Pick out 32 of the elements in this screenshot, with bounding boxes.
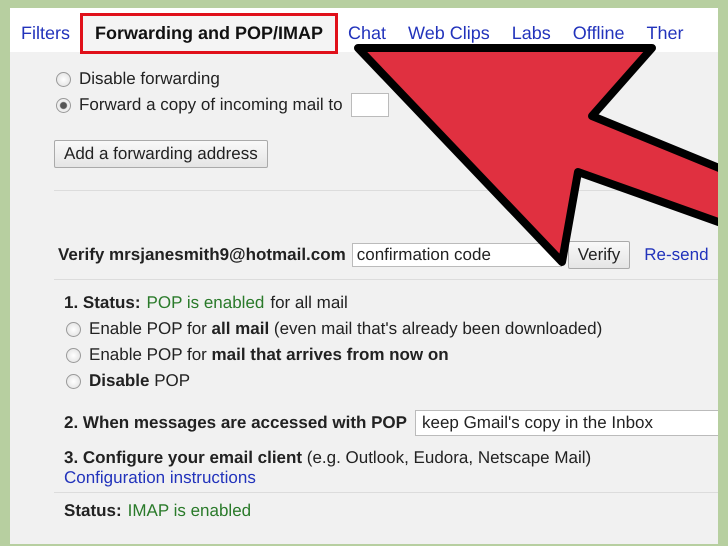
resend-link[interactable]: Re-send bbox=[644, 245, 709, 265]
email-input-field[interactable] bbox=[350, 93, 389, 117]
settings-tab[interactable]: Ther bbox=[646, 22, 684, 44]
imap-status-label: Status: bbox=[64, 501, 122, 521]
settings-tab[interactable]: Web Clips bbox=[408, 22, 490, 44]
confirmation-code-field[interactable]: confirmation code bbox=[352, 243, 562, 267]
option-label: Enable POP for all mail (even mail that's already been downloaded) bbox=[89, 319, 602, 339]
settings-tab[interactable]: Chat bbox=[348, 22, 386, 44]
status-suffix: for all mail bbox=[270, 293, 348, 313]
status-label: 1. Status: bbox=[64, 293, 141, 313]
option-label: Enable POP for mail that arrives from now on bbox=[89, 345, 449, 365]
settings-tab[interactable]: Filters bbox=[21, 22, 70, 44]
status-value: POP is enabled bbox=[146, 293, 264, 313]
imap-status-value: IMAP is enabled bbox=[128, 501, 252, 521]
verify-button[interactable]: Verify bbox=[568, 241, 630, 269]
verify-label: Verify mrsjanesmith9@hotmail.com bbox=[58, 245, 346, 265]
configuration-link[interactable]: Configuration instructions bbox=[64, 468, 256, 487]
option-label: Forward a copy of incoming mail to bbox=[79, 95, 343, 115]
configure-text: 3. Configure your email client (e.g. Outlook, Eudora, Netscape Mail) bbox=[64, 448, 592, 468]
option-label: Disable POP bbox=[89, 371, 190, 391]
add-forwarding-button[interactable]: Add a forwarding address bbox=[54, 140, 268, 168]
option-label: Disable forwarding bbox=[79, 69, 220, 89]
settings-tab[interactable]: Offline bbox=[572, 22, 624, 44]
settings-tab[interactable]: Forwarding and POP/IMAP bbox=[80, 12, 338, 54]
pop-action-dropdown[interactable]: keep Gmail's copy in the Inbox bbox=[415, 410, 718, 436]
access-label: 2. When messages are accessed with POP bbox=[64, 413, 407, 433]
radio-button[interactable] bbox=[66, 322, 81, 336]
radio-button[interactable] bbox=[56, 98, 71, 112]
radio-button[interactable] bbox=[66, 348, 81, 362]
radio-button[interactable] bbox=[56, 72, 71, 86]
radio-button[interactable] bbox=[66, 374, 81, 388]
settings-tab[interactable]: Labs bbox=[512, 22, 551, 44]
